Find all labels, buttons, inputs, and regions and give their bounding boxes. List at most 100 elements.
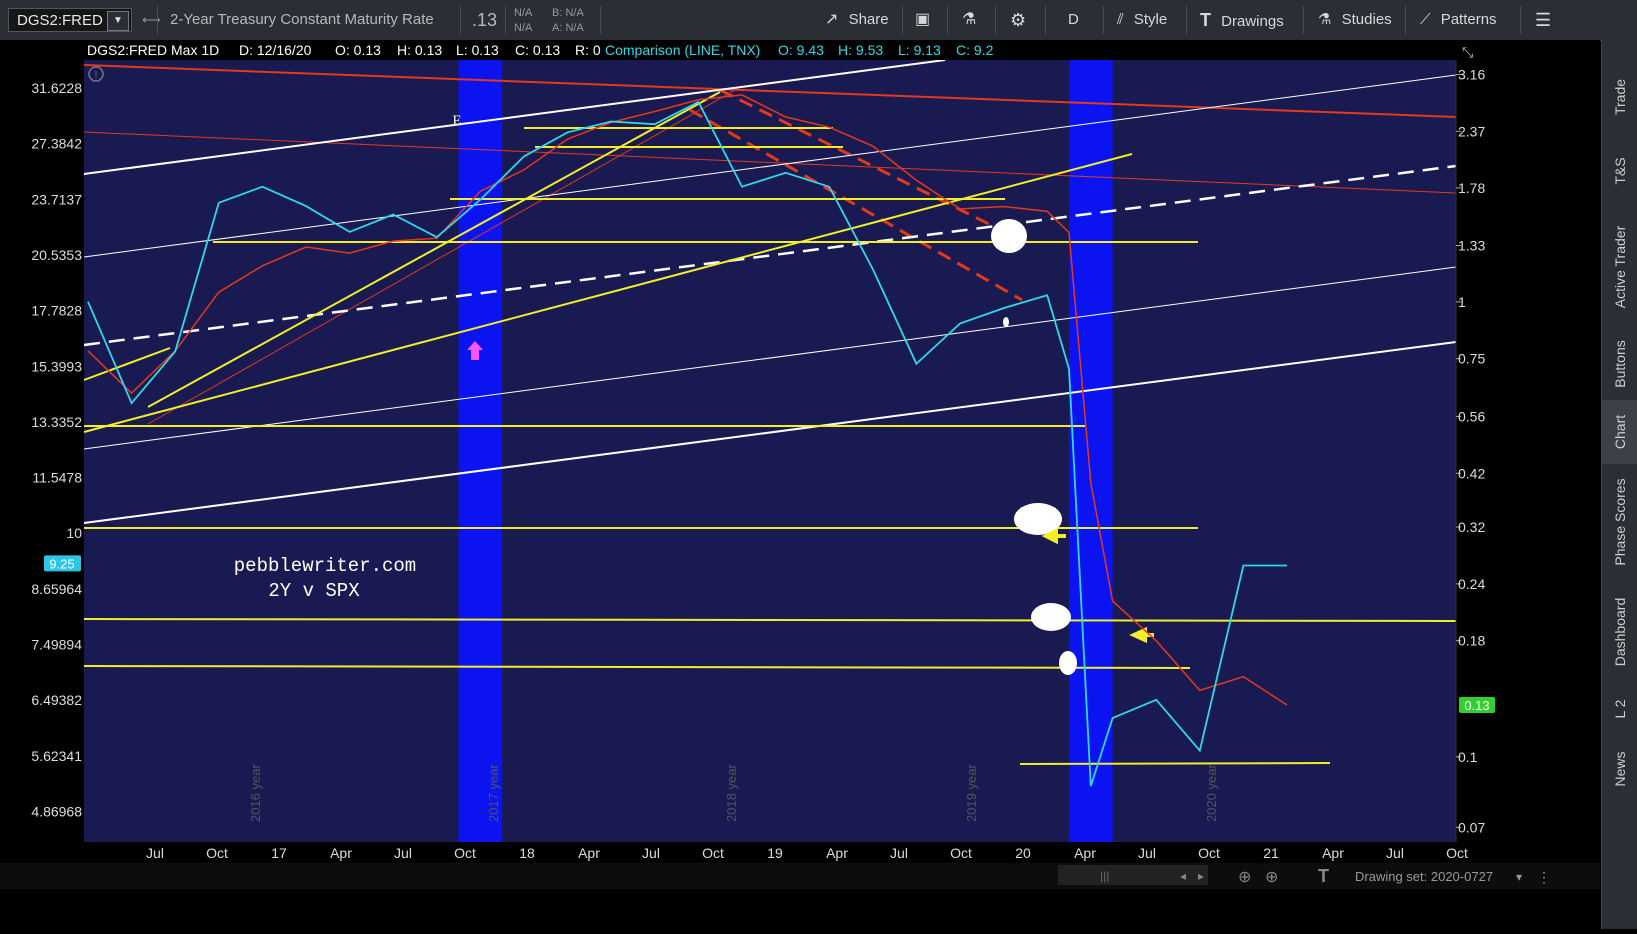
style-button[interactable]: ⫽ Style (1117, 0, 1167, 40)
x-axis-tick-label: 18 (519, 845, 535, 861)
symbol-selector[interactable]: DGS2:FRED ▼ (8, 8, 132, 32)
annotation-caption: 2Y v SPX (268, 580, 360, 602)
drawing-set-label: Drawing set: 2020-0727 (1355, 869, 1493, 884)
zoom-in-icon[interactable]: ⊕ (1265, 869, 1278, 886)
right-axis-tick-label: 0.42 (1458, 465, 1485, 481)
symbol-description: 2-Year Treasury Constant Maturity Rate (170, 11, 434, 28)
sidebar-tab-dashboard[interactable]: Dashboard (1602, 580, 1637, 684)
share-button[interactable]: ↗ Share (825, 0, 889, 40)
drawing-settings-icon[interactable]: ⋮ (1537, 869, 1551, 885)
sidebar-tab-news[interactable]: News (1602, 734, 1637, 804)
candlestick-icon: ⫽ (1117, 11, 1124, 28)
x-axis-tick-label: Apr (578, 845, 600, 861)
scroll-right-icon[interactable]: ▸ (1198, 869, 1204, 883)
drawings-button[interactable]: T Drawings (1200, 0, 1284, 40)
grid-layout-icon[interactable]: ▣ (915, 0, 930, 40)
left-axis-tick-label: 5.62341 (31, 748, 82, 764)
comparison-high: H: 9.53 (838, 42, 883, 58)
left-axis-tick-label: 7.49894 (31, 637, 82, 653)
share-icon: ↗ (825, 11, 839, 28)
x-axis-tick-label: Jul (394, 845, 412, 861)
drawing-set-dropdown-icon[interactable]: ▾ (1516, 870, 1522, 884)
x-axis-tick-label: Oct (702, 845, 724, 861)
patterns-icon: ⟋ (1420, 11, 1431, 28)
right-axis-tick-label: 0.32 (1458, 519, 1485, 535)
header-close: C: 0.13 (515, 42, 560, 58)
x-axis-tick-label: Jul (146, 845, 164, 861)
flask-icon[interactable]: ⚗ (962, 0, 976, 40)
x-axis-tick-label: Oct (454, 845, 476, 861)
text-tool-icon: T (1200, 10, 1211, 30)
sidebar-tab-buttons[interactable]: Buttons (1602, 328, 1637, 400)
expand-icon[interactable]: ⤡ (1462, 44, 1473, 60)
drawings-label: Drawings (1221, 13, 1284, 30)
comparison-label: Comparison (LINE, TNX) (605, 42, 760, 58)
x-axis-tick-label: Apr (826, 845, 848, 861)
right-axis-tick-label: 0.56 (1458, 408, 1485, 424)
header-high: H: 0.13 (397, 42, 442, 58)
period-button[interactable]: D (1068, 0, 1079, 40)
patterns-label: Patterns (1440, 11, 1497, 28)
right-axis-tick-label: 0.18 (1458, 633, 1485, 649)
x-axis-tick-label: 21 (1263, 845, 1279, 861)
x-axis-tick-label: 17 (271, 845, 287, 861)
x-axis-tick-label: 20 (1015, 845, 1031, 861)
crosshair-icon[interactable]: ⊕ (1238, 869, 1251, 886)
studies-label: Studies (1341, 11, 1392, 28)
right-axis-tick-label: 1.78 (1458, 180, 1485, 196)
gear-icon[interactable]: ⚙ (1010, 0, 1026, 40)
x-axis-tick-label: 19 (767, 845, 783, 861)
sidebar-tab-times-sales[interactable]: T&S (1602, 136, 1637, 206)
year-marker-label: 2018 year (724, 764, 739, 822)
left-axis-tick-label: 11.5478 (32, 470, 82, 486)
comparison-close: C: 9.2 (956, 42, 994, 58)
chart-area[interactable]: 2016 year 2017 year 2018 year 2019 year 2020… (0, 40, 1601, 929)
sidebar-tab-trade[interactable]: Trade (1602, 58, 1637, 136)
left-axis-tick-label: 13.3352 (31, 414, 82, 430)
right-axis-tick-label: 0.24 (1458, 576, 1485, 592)
comparison-open: O: 9.43 (778, 42, 824, 58)
chevron-down-icon[interactable]: ▼ (107, 11, 129, 31)
left-axis: 31.6228 27.3842 23.7137 20.5353 17.7828 15.39… (0, 60, 84, 842)
last-price: .13 (472, 10, 498, 30)
left-axis-tick-label: 23.7137 (31, 191, 82, 207)
x-axis-tick-label: Jul (642, 845, 660, 861)
header-range: R: 0 (575, 42, 601, 58)
sidebar-tab-active-trader[interactable]: Active Trader (1602, 206, 1637, 328)
sidebar-tab-phase-scores[interactable]: Phase Scores (1602, 464, 1637, 580)
year-marker-label: 2019 year (964, 764, 979, 822)
header-title: DGS2:FRED Max 1D (87, 42, 219, 58)
highlight-band (458, 60, 503, 842)
sidebar-tab-chart[interactable]: Chart (1602, 400, 1637, 464)
chart-svg[interactable]: 2016 year 2017 year 2018 year 2019 year 2020… (0, 40, 1601, 929)
menu-icon[interactable]: ☰ (1535, 0, 1551, 40)
right-sidebar: Trade T&S Active Trader Buttons Chart Ph… (1601, 40, 1637, 929)
annotation-letter: E (452, 113, 461, 129)
left-axis-current-label: 9.25 (49, 556, 74, 571)
style-label: Style (1133, 11, 1168, 28)
scroll-left-icon[interactable]: ◂ (1180, 869, 1186, 883)
right-axis-tick-label: 0.1 (1458, 749, 1478, 765)
x-axis-tick-label: Oct (950, 845, 972, 861)
scrollbar-grip-icon[interactable]: ||| (1100, 869, 1109, 883)
annotation-site: pebblewriter.com (234, 555, 416, 577)
right-axis-tick-label: 3.16 (1458, 66, 1485, 82)
right-axis-tick-label: 1.33 (1458, 237, 1485, 253)
toolbar: DGS2:FRED ▼ ⟷ 2-Year Treasury Constant M… (0, 0, 1637, 41)
sidebar-tab-level2[interactable]: L 2 (1602, 684, 1637, 734)
left-axis-tick-label: 20.5353 (31, 247, 82, 263)
right-axis-tick-label: 2.37 (1458, 123, 1485, 139)
left-axis-tick-label: 6.49382 (31, 692, 82, 708)
right-axis-tick-label: 1 (1458, 294, 1466, 310)
left-axis-tick-label: 31.6228 (31, 80, 82, 96)
right-axis-tick-label: 0.07 (1458, 819, 1485, 835)
patterns-button[interactable]: ⟋ Patterns (1420, 0, 1497, 40)
x-axis-tick-label: Oct (206, 845, 228, 861)
left-axis-tick-label: 10 (66, 525, 82, 541)
x-axis-tick-label: Jul (1138, 845, 1156, 861)
studies-button[interactable]: ⚗ Studies (1318, 0, 1392, 40)
text-tool-icon[interactable]: T (1318, 866, 1329, 886)
header-low: L: 0.13 (456, 42, 499, 58)
symbol-text: DGS2:FRED (17, 12, 103, 29)
header-open: O: 0.13 (335, 42, 381, 58)
